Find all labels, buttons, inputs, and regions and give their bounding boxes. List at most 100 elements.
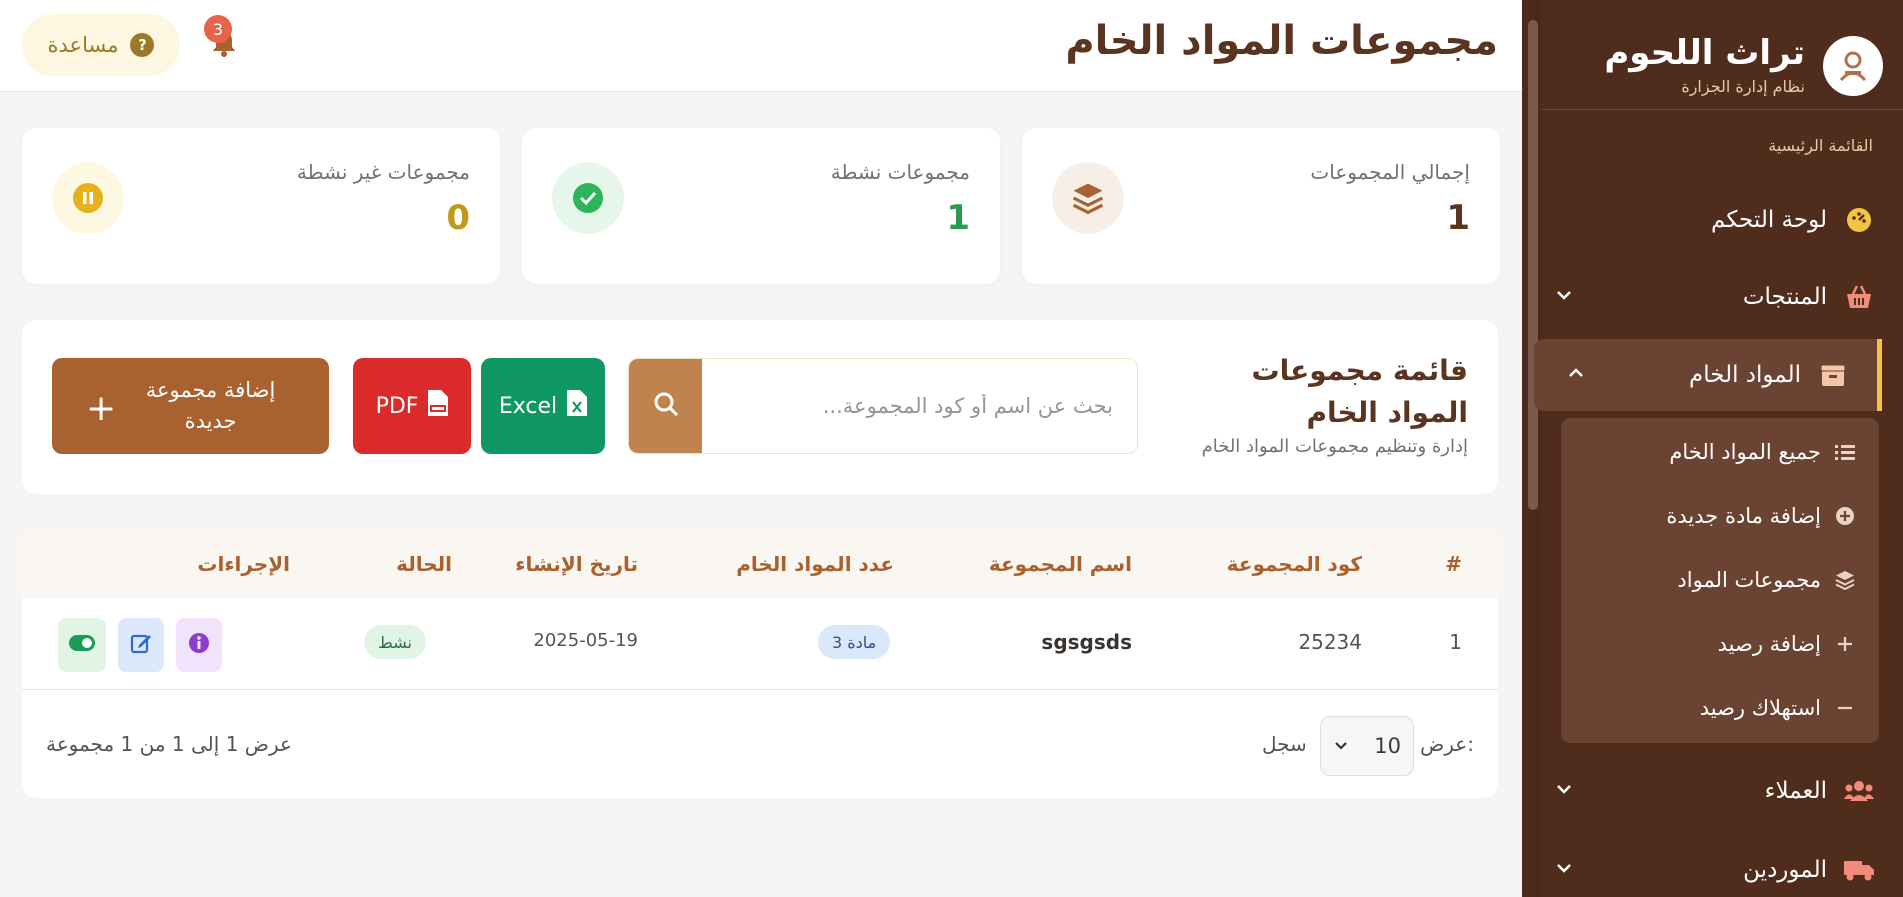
materials-count-badge: 3 مادة: [818, 625, 891, 659]
pdf-label: PDF: [375, 393, 419, 419]
records-count: عرض 1 إلى 1 من 1 مجموعة: [46, 732, 292, 756]
sidebar-item-suppliers[interactable]: الموردين: [1522, 834, 1903, 897]
submenu-item-label: إضافة رصيد: [1717, 632, 1821, 656]
gauge-icon: [1843, 204, 1875, 236]
chevron-down-icon[interactable]: [1554, 779, 1574, 805]
stat-label: إجمالي المجموعات: [1310, 160, 1470, 184]
export-pdf-button[interactable]: PDF: [353, 358, 471, 454]
column-header: الحالة: [396, 552, 452, 576]
submenu-item-add-stock[interactable]: إضافة رصيد: [1561, 618, 1879, 670]
export-excel-button[interactable]: Excel: [481, 358, 605, 454]
submenu-item-all-materials[interactable]: جميع المواد الخام: [1561, 426, 1879, 478]
sidebar-item-dashboard[interactable]: لوحة التحكم: [1522, 184, 1903, 256]
submenu-item-label: استهلاك رصيد: [1699, 696, 1821, 720]
search-input[interactable]: [702, 359, 1137, 453]
info-icon: [188, 632, 210, 658]
show-label: عرض:: [1420, 732, 1474, 756]
page-size-select[interactable]: 10: [1320, 716, 1414, 776]
list-panel: قائمة مجموعات المواد الخام إدارة وتنظيم …: [22, 320, 1498, 494]
toggle-status-button[interactable]: [58, 618, 106, 672]
check-circle-icon: [552, 162, 624, 234]
toggle-on-icon: [69, 635, 95, 655]
basket-icon: [1843, 281, 1875, 313]
sidebar-item-customers[interactable]: العملاء: [1522, 755, 1903, 827]
groups-table: # كود المجموعة اسم المجموعة عدد المواد ا…: [22, 530, 1498, 798]
sidebar-item-label: المواد الخام: [1688, 362, 1801, 388]
search-icon: [653, 391, 679, 421]
edit-icon: [130, 632, 152, 658]
sidebar-item-label: المنتجات: [1742, 284, 1827, 310]
layers-icon: [1833, 570, 1857, 590]
column-header: تاريخ الإنشاء: [515, 552, 638, 576]
excel-label: Excel: [498, 393, 558, 419]
topbar: مجموعات المواد الخام ? مساعدة 3: [0, 0, 1522, 92]
column-header: عدد المواد الخام: [736, 552, 894, 576]
submenu-item-consume-stock[interactable]: استهلاك رصيد: [1561, 682, 1879, 734]
raw-materials-submenu: جميع المواد الخام إضافة مادة جديدة مجموع…: [1561, 418, 1879, 743]
submenu-item-material-groups[interactable]: مجموعات المواد: [1561, 554, 1879, 606]
plus-circle-icon: [1833, 506, 1857, 526]
truck-icon: [1843, 854, 1875, 886]
pause-circle-icon: [52, 162, 124, 234]
panel-subtitle: إدارة وتنظيم مجموعات المواد الخام: [1201, 436, 1468, 457]
sidebar-item-raw-materials[interactable]: المواد الخام: [1534, 339, 1882, 411]
stat-value: 1: [1446, 198, 1470, 238]
plus-icon: +: [86, 388, 117, 429]
search-button[interactable]: [629, 359, 702, 453]
question-circle-icon: ?: [130, 33, 155, 57]
submenu-item-label: إضافة مادة جديدة: [1666, 504, 1821, 528]
stat-value: 0: [446, 198, 470, 238]
butcher-logo-icon: [1823, 35, 1883, 96]
page-size-value: 10: [1374, 734, 1401, 758]
column-header: #: [1445, 552, 1462, 576]
chevron-up-icon[interactable]: [1566, 363, 1586, 389]
sidebar-item-label: لوحة التحكم: [1711, 207, 1827, 233]
stat-value: 1: [946, 198, 970, 238]
stat-card-inactive: مجموعات غير نشطة 0: [22, 128, 500, 284]
submenu-item-label: جميع المواد الخام: [1669, 440, 1821, 464]
minus-icon: [1833, 699, 1857, 717]
layers-icon: [1052, 162, 1124, 234]
chevron-down-icon[interactable]: [1554, 285, 1574, 311]
sidebar-section-label: القائمة الرئيسية: [1768, 136, 1873, 155]
sidebar-item-label: العملاء: [1764, 778, 1827, 804]
users-icon: [1843, 775, 1875, 807]
help-label: مساعدة: [47, 33, 119, 57]
add-group-label: إضافة مجموعة جديدة: [145, 377, 276, 434]
row-index: 1: [1449, 630, 1462, 654]
notification-badge: 3: [204, 15, 232, 43]
sidebar-brand: تراث اللحوم نظام إدارة الجزارة: [1522, 0, 1903, 110]
created-date: 2025-05-19: [533, 630, 638, 651]
submenu-item-add-material[interactable]: إضافة مادة جديدة: [1561, 490, 1879, 542]
status-badge: نشط: [364, 625, 426, 659]
search-box: [628, 358, 1138, 454]
stat-card-total: إجمالي المجموعات 1: [1022, 128, 1500, 284]
sidebar-item-products[interactable]: المنتجات: [1522, 261, 1903, 333]
file-pdf-icon: [428, 390, 449, 422]
group-name: sgsgsds: [1041, 630, 1132, 654]
help-button[interactable]: ? مساعدة: [22, 14, 180, 76]
column-header: الإجراءات: [197, 552, 290, 576]
stat-label: مجموعات غير نشطة: [296, 160, 470, 184]
chevron-down-icon[interactable]: [1554, 858, 1574, 884]
plus-icon: [1833, 635, 1857, 653]
sidebar: تراث اللحوم نظام إدارة الجزارة القائمة ا…: [1522, 0, 1903, 897]
edit-button[interactable]: [118, 618, 164, 672]
info-button[interactable]: [176, 618, 222, 672]
column-header: اسم المجموعة: [988, 552, 1132, 576]
panel-title: قائمة مجموعات المواد الخام: [1251, 354, 1468, 429]
column-header: كود المجموعة: [1226, 552, 1362, 576]
list-icon: [1833, 443, 1857, 461]
chevron-down-icon: [1333, 734, 1349, 758]
page-title: مجموعات المواد الخام: [1065, 18, 1498, 64]
add-group-button[interactable]: + إضافة مجموعة جديدة: [52, 358, 329, 454]
brand-title: تراث اللحوم: [1604, 33, 1805, 74]
file-excel-icon: [567, 390, 588, 422]
stat-label: مجموعات نشطة: [830, 160, 970, 184]
group-code: 25234: [1298, 630, 1362, 654]
submenu-item-label: مجموعات المواد: [1677, 568, 1821, 592]
table-row[interactable]: 1 25234 sgsgsds 3 مادة 2025-05-19 نشط: [22, 598, 1498, 690]
table-header: # كود المجموعة اسم المجموعة عدد المواد ا…: [22, 530, 1498, 598]
brand-subtitle: نظام إدارة الجزارة: [1681, 76, 1805, 96]
stat-card-active: مجموعات نشطة 1: [522, 128, 1000, 284]
